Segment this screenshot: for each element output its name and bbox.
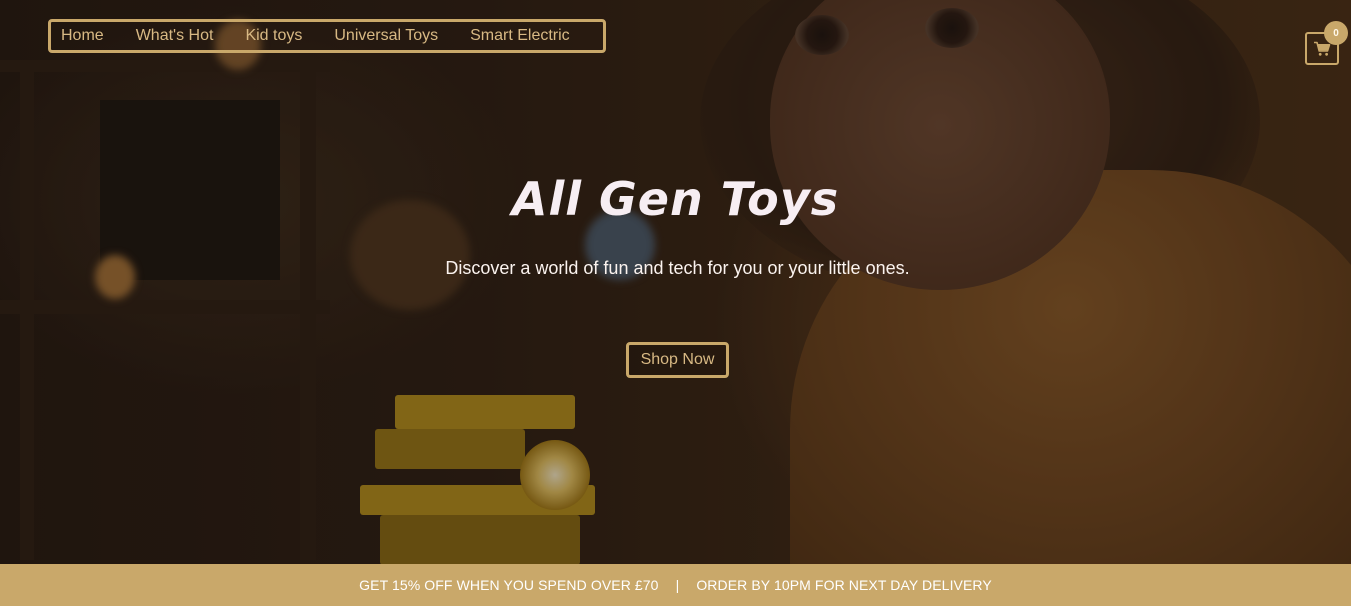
hero-title: All Gen Toys <box>511 172 840 226</box>
hero-tagline: Discover a world of fun and tech for you… <box>445 258 910 278</box>
promo-delivery-text: ORDER BY 10PM FOR NEXT DAY DELIVERY <box>696 577 992 593</box>
nav-item-smart-electric[interactable]: Smart Electric <box>470 27 570 45</box>
nav-item-kid-toys[interactable]: Kid toys <box>245 27 302 45</box>
main-navigation: Home What's Hot Kid toys Universal Toys … <box>48 19 606 53</box>
nav-item-universal-toys[interactable]: Universal Toys <box>334 27 438 45</box>
hero-dim-overlay <box>0 0 1351 564</box>
shop-now-button[interactable]: Shop Now <box>626 342 729 378</box>
cart-count-badge: 0 <box>1324 21 1348 45</box>
promo-discount-text: GET 15% OFF WHEN YOU SPEND OVER £70 <box>359 577 659 593</box>
promo-separator: | <box>675 577 680 593</box>
nav-item-home[interactable]: Home <box>61 27 104 45</box>
hero-background-image <box>0 0 1351 564</box>
nav-item-whats-hot[interactable]: What's Hot <box>136 27 214 45</box>
promo-bar: GET 15% OFF WHEN YOU SPEND OVER £70 | OR… <box>0 564 1351 606</box>
